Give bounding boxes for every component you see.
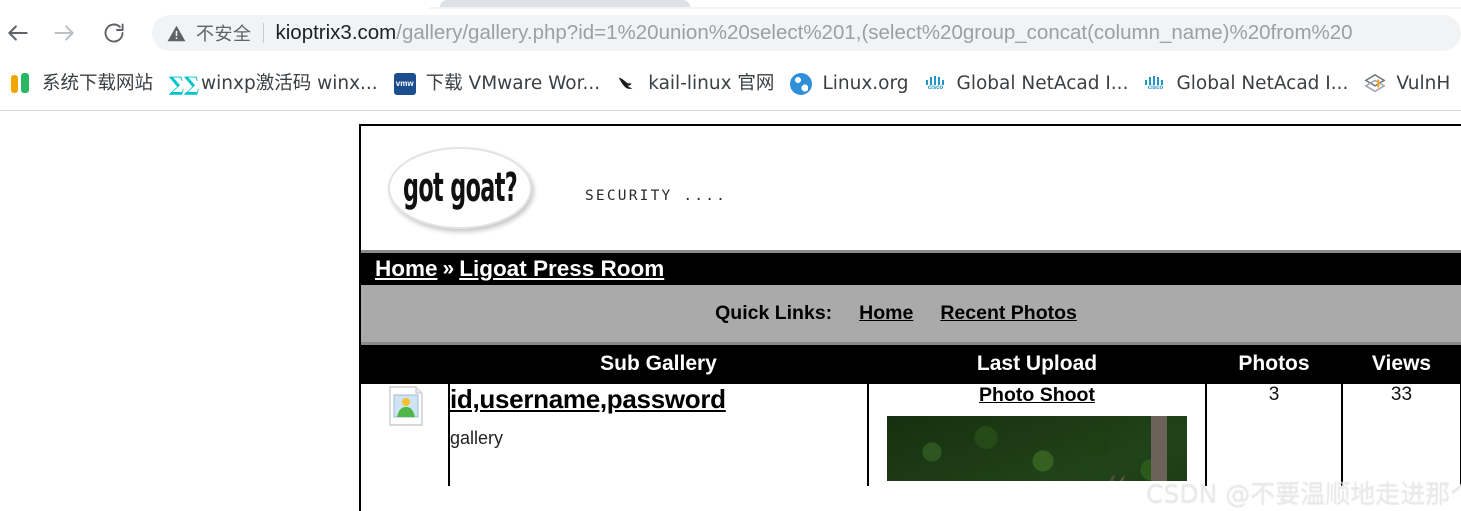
quick-link-recent-photos[interactable]: Recent Photos	[940, 302, 1077, 325]
bookmark-label: 系统下载网站	[42, 72, 154, 94]
reload-icon	[102, 21, 126, 45]
back-button[interactable]	[0, 13, 38, 53]
bookmark-label: winxp激活码 winx...	[201, 72, 378, 94]
quick-links-label: Quick Links:	[715, 302, 833, 324]
site-logo: got goat?	[388, 147, 532, 229]
cisco-favicon	[1144, 73, 1166, 95]
address-bar[interactable]: 不安全 kioptrix3.com/gallery/gallery.php?id…	[152, 15, 1461, 51]
cell-sub-gallery: id,username,password gallery	[448, 383, 869, 486]
site-header: got goat? SECURITY ....	[361, 126, 1461, 250]
gallery-table: Sub Gallery Last Upload Photos Views id,…	[361, 342, 1461, 486]
bookmarks-bar: 系统下载网站 ∑∑ winxp激活码 winx... vmw 下载 VMware…	[0, 57, 1461, 110]
vulnhub-favicon	[1364, 73, 1386, 95]
bookmark-label: kail-linux 官网	[648, 72, 775, 94]
breadcrumb: Home » Ligoat Press Room	[361, 250, 1461, 285]
cell-last-upload: Photo Shoot	[868, 383, 1207, 486]
breadcrumb-home-link[interactable]: Home	[375, 256, 438, 282]
quick-link-home[interactable]: Home	[859, 302, 913, 325]
bookmark-item[interactable]: Global NetAcad I...	[917, 66, 1137, 102]
cell-thumbnail	[361, 383, 450, 486]
table-row: id,username,password gallery Photo Shoot…	[361, 383, 1461, 486]
bookmark-label: Global NetAcad I...	[956, 72, 1129, 94]
cisco-favicon	[925, 73, 947, 95]
bookmark-label: 下载 VMware Wor...	[425, 72, 601, 94]
last-upload-thumbnail[interactable]	[887, 415, 1187, 481]
column-header-last-upload: Last Upload	[868, 342, 1206, 384]
cell-views-count: 33	[1342, 383, 1461, 486]
back-arrow-icon	[5, 20, 31, 46]
active-tab[interactable]	[440, 0, 690, 7]
column-header-thumbnail	[361, 342, 449, 384]
logo-text: got goat?	[402, 165, 518, 211]
dd-favicon: ∑∑	[169, 71, 200, 96]
table-header-row: Sub Gallery Last Upload Photos Views	[361, 342, 1461, 384]
bookmark-item[interactable]: Global NetAcad I...	[1136, 66, 1356, 102]
kali-dragon-favicon	[616, 73, 638, 95]
breadcrumb-separator: »	[442, 257, 455, 280]
omnibox-divider	[262, 23, 264, 43]
forward-button[interactable]	[44, 13, 84, 53]
column-header-photos: Photos	[1206, 342, 1342, 384]
bookmark-item[interactable]: 系统下载网站	[2, 66, 161, 102]
vmware-favicon: vmw	[393, 72, 416, 95]
url-host: kioptrix3.com	[275, 21, 397, 44]
page-content: got goat? SECURITY .... Home » Ligoat Pr…	[359, 124, 1461, 511]
site-tagline: SECURITY ....	[585, 188, 728, 204]
column-header-sub-gallery: Sub Gallery	[449, 342, 868, 384]
url-path: /gallery/gallery.php?id=1%20union%20sele…	[396, 21, 1353, 44]
bookmark-label: VulnH	[1396, 72, 1451, 94]
bookmark-item[interactable]: vmw 下载 VMware Wor...	[386, 66, 609, 102]
forward-arrow-icon	[51, 20, 77, 46]
sysdownload-favicon	[10, 72, 32, 95]
bookmark-item[interactable]: kail-linux 官网	[608, 66, 782, 102]
tab-strip	[0, 0, 1461, 9]
browser-chrome: 不安全 kioptrix3.com/gallery/gallery.php?id…	[0, 0, 1461, 111]
bookmark-item[interactable]: Linux.org	[782, 66, 916, 102]
gallery-table-body: id,username,password gallery Photo Shoot…	[361, 383, 1461, 486]
browser-toolbar: 不安全 kioptrix3.com/gallery/gallery.php?id…	[0, 9, 1461, 57]
chrome-divider	[0, 110, 1461, 111]
last-upload-link[interactable]: Photo Shoot	[979, 384, 1095, 406]
globe-favicon	[790, 72, 813, 95]
reload-button[interactable]	[94, 13, 134, 53]
cell-photos-count: 3	[1206, 383, 1343, 486]
bookmark-item[interactable]: VulnH	[1356, 66, 1458, 102]
url-text: kioptrix3.com/gallery/gallery.php?id=1%2…	[276, 21, 1461, 45]
bookmark-label: Linux.org	[822, 72, 909, 94]
sub-gallery-name: gallery	[450, 427, 504, 448]
gallery-table-head: Sub Gallery Last Upload Photos Views	[361, 342, 1461, 384]
bookmark-item[interactable]: ∑∑ winxp激活码 winx...	[161, 66, 386, 102]
quick-links-bar: Quick Links: Home Recent Photos	[361, 285, 1461, 342]
warning-triangle-icon[interactable]	[166, 23, 187, 44]
security-label: 不安全	[196, 24, 252, 45]
goat-photo-image	[887, 415, 1187, 481]
bookmark-label: Global NetAcad I...	[1176, 72, 1349, 94]
broken-image-icon	[386, 384, 424, 426]
column-header-views: Views	[1342, 342, 1461, 384]
sub-gallery-link[interactable]: id,username,password	[450, 384, 726, 415]
goat-horns-detail	[1109, 473, 1125, 481]
breadcrumb-current-link[interactable]: Ligoat Press Room	[459, 256, 664, 282]
